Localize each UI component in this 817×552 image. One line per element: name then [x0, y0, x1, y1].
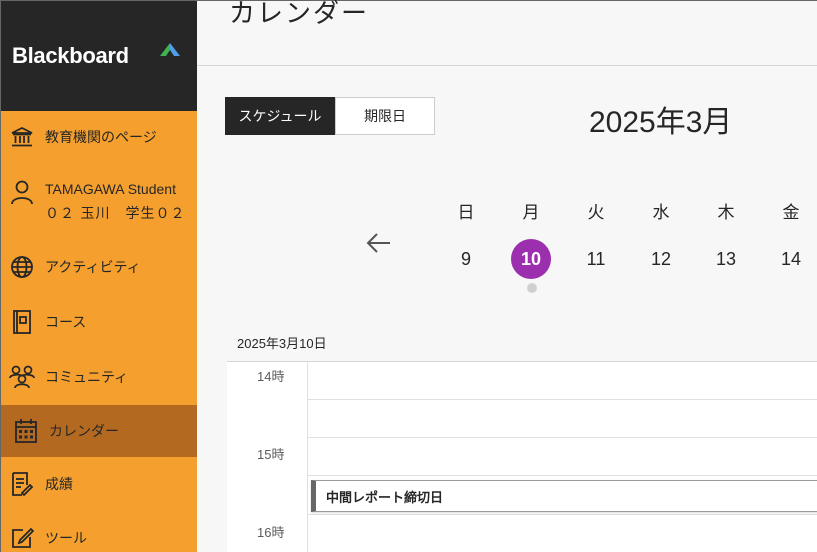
day-number[interactable]: 11: [576, 239, 616, 279]
sidebar: Blackboard 教育機関のページ TAMAGAWA Student ０２ …: [1, 1, 197, 552]
day-column[interactable]: 水 12: [641, 201, 681, 279]
blackboard-logo[interactable]: Blackboard: [12, 43, 129, 69]
sidebar-item-community[interactable]: コミュニティ: [1, 349, 197, 405]
sidebar-item-courses[interactable]: コース: [1, 295, 197, 349]
sidebar-item-label: アクティビティ: [45, 260, 141, 276]
event-indicator-dot: [527, 283, 537, 293]
logo-area: Blackboard: [1, 1, 197, 111]
calendar-event[interactable]: 中間レポート締切日: [311, 480, 817, 512]
sidebar-item-institution[interactable]: 教育機関のページ: [1, 111, 197, 163]
gutter-divider: [307, 362, 308, 552]
day-number[interactable]: 9: [446, 239, 486, 279]
user-name: TAMAGAWA Student: [45, 181, 176, 197]
sidebar-item-grades[interactable]: 成績: [1, 457, 197, 511]
day-column[interactable]: 木 13: [706, 201, 746, 279]
tab-schedule[interactable]: スケジュール: [225, 97, 335, 135]
month-title: 2025年3月: [589, 106, 733, 139]
sidebar-item-label: コミュニティ: [45, 370, 129, 386]
sidebar-item-activity[interactable]: アクティビティ: [1, 239, 197, 295]
sidebar-item-label: コース: [45, 315, 87, 331]
institution-icon: [9, 124, 35, 150]
hour-label: 14時: [257, 369, 285, 384]
day-name: 月: [522, 203, 540, 223]
day-column[interactable]: 火 11: [576, 201, 616, 279]
hour-label: 16時: [257, 525, 285, 540]
user-display-name: ０２ 玉川 学生０２: [45, 206, 186, 222]
sidebar-item-calendar[interactable]: カレンダー: [1, 405, 197, 457]
selected-day-number[interactable]: 10: [511, 239, 551, 279]
selected-date-label: 2025年3月10日: [237, 336, 327, 351]
sidebar-item-label: 教育機関のページ: [45, 130, 157, 146]
calendar-icon: [13, 418, 39, 444]
grid-line: [307, 437, 817, 438]
day-name: 火: [587, 203, 605, 223]
sidebar-item-label: 成績: [45, 477, 73, 493]
day-number[interactable]: 12: [641, 239, 681, 279]
day-name: 木: [717, 203, 735, 223]
grid-line: [307, 475, 817, 476]
day-column[interactable]: 金 14: [771, 201, 811, 279]
calendar-main: カレンダー スケジュール 期限日 2025年3月 日 9 月 10 火 11 水…: [197, 0, 817, 552]
arrow-left-icon[interactable]: [365, 229, 393, 257]
user-info: TAMAGAWA Student ０２ 玉川 学生０２: [45, 181, 185, 223]
community-icon: [9, 364, 35, 390]
day-name: 水: [652, 203, 670, 223]
schedule-grid: 14時 15時 16時 中間レポート締切日: [227, 361, 817, 552]
sidebar-item-tools[interactable]: ツール: [1, 511, 197, 552]
sidebar-item-label: ツール: [45, 531, 87, 547]
page-title: カレンダー: [229, 0, 370, 29]
course-icon: [9, 309, 35, 335]
day-column[interactable]: 日 9: [446, 201, 486, 279]
tools-icon: [9, 525, 35, 551]
user-icon: [9, 179, 35, 205]
day-name: 金: [782, 203, 800, 223]
sidebar-item-label: カレンダー: [49, 424, 119, 440]
hour-label: 15時: [257, 447, 285, 462]
day-number[interactable]: 14: [771, 239, 811, 279]
tab-due-dates[interactable]: 期限日: [335, 97, 435, 135]
grades-icon: [9, 471, 35, 497]
day-number[interactable]: 13: [706, 239, 746, 279]
sidebar-item-profile[interactable]: TAMAGAWA Student ０２ 玉川 学生０２: [1, 163, 197, 239]
logo-mark-icon: [160, 43, 180, 56]
globe-icon: [9, 254, 35, 280]
grid-line: [307, 514, 817, 515]
header-divider: [197, 65, 817, 66]
grid-line: [307, 399, 817, 400]
day-column-selected[interactable]: 月 10: [511, 201, 551, 279]
day-name: 日: [457, 203, 475, 223]
